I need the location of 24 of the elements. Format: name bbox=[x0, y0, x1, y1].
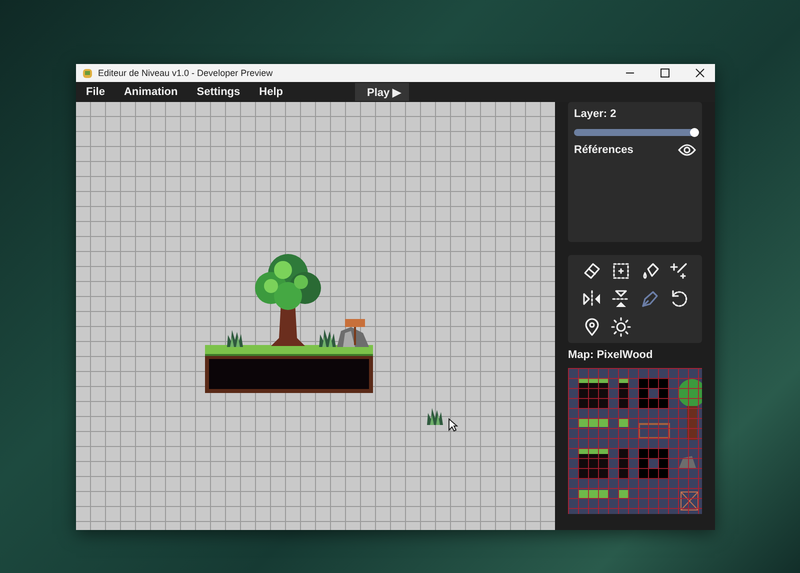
menu-item[interactable]: File bbox=[86, 86, 105, 98]
maximize-icon bbox=[660, 68, 670, 78]
eye-icon[interactable] bbox=[678, 143, 696, 157]
selection-icon bbox=[610, 261, 630, 281]
flip-vertical-icon bbox=[610, 289, 630, 309]
app-icon bbox=[82, 68, 93, 78]
magic-wand-icon bbox=[668, 261, 688, 281]
pen-icon bbox=[640, 289, 660, 309]
map-label: Map: PixelWood bbox=[568, 349, 654, 361]
menu-item[interactable]: Help bbox=[259, 86, 283, 98]
window-title: Editeur de Niveau v1.0 - Developer Preview bbox=[98, 68, 274, 78]
layer-label: Layer: 2 bbox=[574, 108, 618, 120]
references-label: Références bbox=[574, 144, 634, 156]
close-icon bbox=[695, 68, 705, 78]
layer-slider[interactable] bbox=[574, 129, 696, 136]
play-button[interactable]: Play ▶ bbox=[354, 83, 409, 101]
menu-item[interactable]: Settings bbox=[196, 86, 240, 98]
mouse-cursor-icon bbox=[448, 418, 458, 432]
menu-item[interactable]: Animation bbox=[124, 86, 178, 98]
sun-icon bbox=[610, 317, 630, 337]
level-canvas[interactable] bbox=[76, 102, 555, 530]
eraser-icon bbox=[582, 261, 602, 281]
rock-with-sign-drawing bbox=[335, 319, 371, 347]
tileset-drawing[interactable] bbox=[568, 368, 702, 514]
